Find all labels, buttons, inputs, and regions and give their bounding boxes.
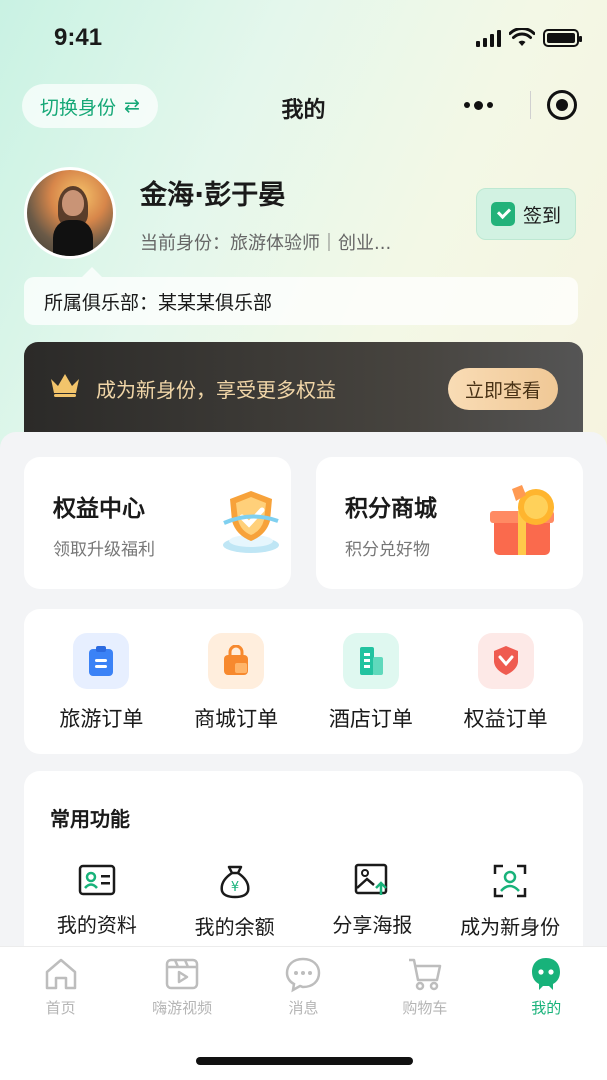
image-share-icon — [355, 863, 388, 895]
cart-icon — [408, 958, 442, 991]
tab-label: 我的 — [531, 999, 562, 1017]
gift-coin-icon — [490, 485, 554, 555]
travel-orders-button[interactable]: 旅游订单 — [36, 609, 166, 733]
home-icon — [45, 958, 76, 990]
current-identity: 当前身份：旅游体验师｜创业... — [140, 233, 392, 254]
money-bag-icon: ¥ — [220, 865, 250, 899]
order-label: 商城订单 — [194, 707, 279, 731]
shopping-bag-icon — [208, 633, 265, 689]
order-label: 酒店订单 — [328, 707, 413, 731]
message-icon — [286, 957, 321, 993]
clipboard-icon — [73, 633, 130, 689]
tab-label: 嗨游视频 — [152, 999, 213, 1017]
common-functions-card: 常用功能 我的资料 ¥ 我的余额 分享海报 成为新身份 — [24, 771, 583, 971]
points-mall-card[interactable]: 积分商城 积分兑好物 — [316, 457, 583, 589]
status-icons — [476, 28, 582, 48]
order-label: 权益订单 — [463, 707, 548, 731]
calendar-check-icon — [490, 202, 515, 226]
user-scan-icon — [493, 864, 527, 898]
shield-check-icon — [223, 491, 279, 553]
rights-orders-button[interactable]: 权益订单 — [441, 609, 571, 733]
rights-center-card[interactable]: 权益中心 领取升级福利 — [24, 457, 291, 589]
my-balance-button[interactable]: ¥ 我的余额 — [166, 863, 304, 940]
function-label: 我的资料 — [56, 913, 137, 937]
become-new-identity-button[interactable]: 成为新身份 — [441, 863, 579, 940]
hotel-orders-button[interactable]: 酒店订单 — [306, 609, 436, 733]
wifi-icon — [509, 28, 535, 46]
signin-label: 签到 — [522, 204, 561, 227]
tab-cart[interactable]: 购物车 — [370, 955, 480, 1018]
mall-orders-button[interactable]: 商城订单 — [171, 609, 301, 733]
tab-label: 消息 — [288, 999, 319, 1017]
share-poster-button[interactable]: 分享海报 — [304, 863, 442, 940]
battery-icon — [543, 29, 582, 47]
section-title: 常用功能 — [50, 807, 130, 831]
tab-label: 首页 — [45, 999, 76, 1017]
order-label: 旅游订单 — [59, 707, 144, 731]
view-now-button[interactable]: 立即查看 — [447, 368, 558, 410]
badge-icon — [477, 633, 534, 689]
tab-home[interactable]: 首页 — [6, 955, 116, 1018]
my-profile-button[interactable]: 我的资料 — [28, 863, 166, 940]
vip-banner[interactable]: 成为新身份，享受更多权益 立即查看 — [24, 342, 583, 434]
svg-text:¥: ¥ — [230, 880, 238, 895]
nav-bar: 切换身份 ⇄ 我的 — [0, 82, 607, 132]
home-indicator — [196, 1057, 413, 1065]
tab-messages[interactable]: 消息 — [248, 955, 358, 1018]
function-label: 成为新身份 — [460, 915, 561, 939]
close-target-icon[interactable] — [547, 90, 577, 120]
feature-title: 权益中心 — [53, 496, 145, 522]
signal-icon — [476, 29, 501, 47]
more-icon[interactable] — [464, 100, 514, 110]
mini-program-capsule — [464, 90, 577, 120]
video-icon — [165, 958, 199, 990]
feature-subtitle: 积分兑好物 — [345, 540, 430, 560]
feature-subtitle: 领取升级福利 — [53, 540, 155, 560]
avatar[interactable] — [24, 167, 116, 259]
id-card-icon — [78, 864, 116, 896]
tab-mine[interactable]: 我的 — [491, 955, 601, 1018]
function-label: 分享海报 — [332, 913, 413, 937]
mine-icon — [532, 958, 561, 990]
club-info: 所属俱乐部：某某某俱乐部 — [24, 267, 578, 325]
status-bar: 9:41 — [0, 0, 607, 78]
function-label: 我的余额 — [194, 915, 275, 939]
profile-section: 金海·彭于晏 当前身份：旅游体验师｜创业... 签到 — [0, 165, 607, 265]
crown-icon — [51, 374, 79, 397]
capsule-divider — [530, 91, 531, 119]
tab-video[interactable]: 嗨游视频 — [127, 955, 237, 1018]
orders-card: 旅游订单 商城订单 酒店订单 权益订单 — [24, 609, 583, 754]
signin-button[interactable]: 签到 — [476, 188, 576, 240]
user-name: 金海·彭于晏 — [140, 180, 286, 211]
tab-label: 购物车 — [402, 999, 448, 1017]
vip-text: 成为新身份，享受更多权益 — [96, 377, 336, 402]
status-time: 9:41 — [54, 24, 103, 51]
building-icon — [342, 633, 399, 689]
feature-title: 积分商城 — [345, 496, 437, 522]
